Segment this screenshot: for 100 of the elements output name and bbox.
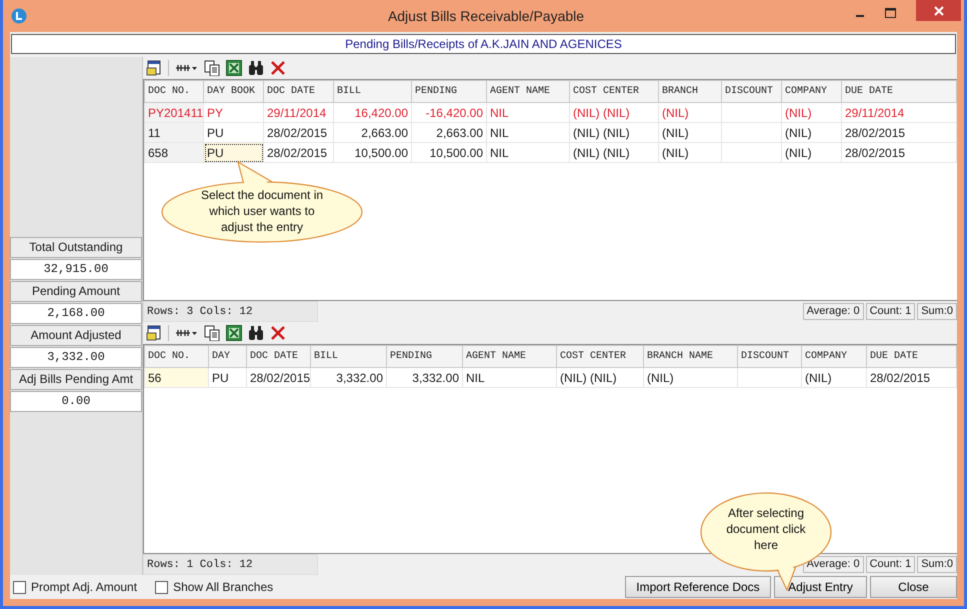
column-header[interactable]: BRANCH [658, 80, 722, 102]
spreadsheet-icon[interactable] [226, 60, 242, 76]
window-title: Adjust Bills Receivable/Payable [386, 8, 586, 24]
binoculars-icon[interactable] [248, 60, 264, 76]
table-cell: 28/02/2015 [842, 142, 956, 162]
column-header[interactable]: PENDING [412, 80, 486, 102]
table-cell: (NIL) (NIL) [570, 142, 658, 162]
column-header[interactable]: BRANCH NAME [644, 346, 738, 368]
header-banner: Pending Bills/Receipts of A.K.JAIN AND AGENICES [11, 34, 956, 54]
table-row[interactable]: 11 PU 28/02/2015 2,663.00 2,663.00 NIL (NIL) (NIL) (NIL) (NIL) 28/02/2015 [144, 122, 956, 142]
table-cell: 28/02/2015 [264, 142, 334, 162]
table-cell: (NIL) [782, 102, 842, 122]
table-cell: PY201411 [144, 102, 204, 122]
checkbox[interactable] [13, 580, 26, 594]
summary-label: Amount Adjusted [10, 325, 142, 346]
binoculars-icon[interactable] [248, 325, 264, 341]
column-header[interactable]: COMPANY [782, 80, 842, 102]
table-cell: 10,500.00 [334, 142, 412, 162]
close-button[interactable] [916, 0, 961, 21]
column-header[interactable]: COST CENTER [570, 80, 658, 102]
table-cell: NIL [486, 102, 570, 122]
table-cell: (NIL) (NIL) [570, 122, 658, 142]
copy-icon[interactable] [204, 60, 220, 76]
column-header[interactable]: DISCOUNT [722, 80, 782, 102]
sum-stat: Sum:0 [917, 556, 957, 573]
maximize-icon[interactable] [885, 8, 896, 18]
delete-icon[interactable] [270, 325, 286, 341]
column-header[interactable]: DOC DATE [264, 80, 334, 102]
table-cell: 11 [144, 122, 204, 142]
table-cell: 3,332.00 [310, 368, 386, 388]
column-header[interactable]: AGENT NAME [486, 80, 570, 102]
action-button[interactable]: Close [870, 576, 957, 598]
table-row[interactable]: 56 PU 28/02/2015 3,332.00 3,332.00 NIL (NIL) (NIL) (NIL) (NIL) 28/02/2015 [144, 368, 956, 388]
copy-icon[interactable] [204, 325, 220, 341]
summary-value: 0.00 [10, 391, 142, 412]
action-button[interactable]: Import Reference Docs [625, 576, 771, 598]
average-stat: Average: 0 [802, 303, 864, 320]
sum-stat: Sum:0 [917, 303, 957, 320]
table-cell: (NIL) [782, 122, 842, 142]
checkbox-label: Prompt Adj. Amount [31, 580, 138, 594]
table-cell: 658 [144, 142, 204, 162]
column-header[interactable]: DOC DATE [246, 346, 310, 368]
count-stat: Count: 1 [866, 556, 916, 573]
table-cell: 10,500.00 [412, 142, 486, 162]
table-cell: 2,663.00 [412, 122, 486, 142]
table-cell: NIL [462, 368, 556, 388]
table-cell: 56 [144, 368, 208, 388]
form-icon[interactable] [146, 325, 162, 341]
summary-label: Adj Bills Pending Amt [10, 369, 142, 390]
table-cell: 29/11/2014 [842, 102, 956, 122]
table-cell: PU [208, 368, 246, 388]
table-cell: 29/11/2014 [264, 102, 334, 122]
table-cell: 16,420.00 [334, 102, 412, 122]
table-cell: 28/02/2015 [246, 368, 310, 388]
summary-value: 3,332.00 [10, 347, 142, 368]
action-button[interactable]: Adjust Entry [774, 576, 867, 598]
column-header[interactable]: COST CENTER [556, 346, 644, 368]
table-cell: NIL [486, 142, 570, 162]
table-cell: (NIL) [658, 102, 722, 122]
column-header[interactable]: DUE DATE [866, 346, 956, 368]
table-cell: (NIL) [658, 122, 722, 142]
delete-icon[interactable] [270, 60, 286, 76]
callout-text: Select the document in which user wants to adjust the entry [200, 187, 324, 235]
table-cell: (NIL) (NIL) [570, 102, 658, 122]
column-header[interactable]: DOC NO. [144, 80, 204, 102]
table-row[interactable]: 658 PU 28/02/2015 10,500.00 10,500.00 NIL (NIL) (NIL) (NIL) (NIL) 28/02/2015 [144, 142, 956, 162]
column-header[interactable]: DOC NO. [144, 346, 208, 368]
table-cell: (NIL) [802, 368, 866, 388]
table-cell: (NIL) (NIL) [556, 368, 644, 388]
summary-label: Pending Amount [10, 281, 142, 302]
table-row[interactable]: PY201411 PY 29/11/2014 16,420.00 -16,420.00 NIL (NIL) (NIL) (NIL) (NIL) 29/11/2014 [144, 102, 956, 122]
table-cell: (NIL) [782, 142, 842, 162]
spreadsheet-icon[interactable] [226, 325, 242, 341]
form-icon[interactable] [146, 60, 162, 76]
close-icon[interactable] [934, 6, 944, 16]
column-header[interactable]: DAY [208, 346, 246, 368]
table-cell: 2,663.00 [334, 122, 412, 142]
table-cell: (NIL) [644, 368, 738, 388]
row-count: Rows: 3 Cols: 12 [143, 301, 318, 322]
table-cell: (NIL) [658, 142, 722, 162]
summary-label: Total Outstanding [10, 237, 142, 258]
column-header[interactable]: COMPANY [802, 346, 866, 368]
table-cell: 3,332.00 [386, 368, 462, 388]
table-cell: PY [204, 102, 264, 122]
callout-text: After selecting document click here [725, 505, 807, 553]
summary-value: 2,168.00 [10, 303, 142, 324]
summary-value: 32,915.00 [10, 259, 142, 280]
app-icon [11, 8, 27, 24]
checkbox[interactable] [155, 580, 168, 594]
checkbox-label: Show All Branches [173, 580, 274, 594]
column-header[interactable]: BILL [310, 346, 386, 368]
column-header[interactable]: PENDING [386, 346, 462, 368]
column-header[interactable]: AGENT NAME [462, 346, 556, 368]
table-cell: -16,420.00 [412, 102, 486, 122]
column-header[interactable]: DAY BOOK [204, 80, 264, 102]
column-header[interactable]: DUE DATE [842, 80, 956, 102]
table-cell: 28/02/2015 [866, 368, 956, 388]
table-cell: 28/02/2015 [842, 122, 956, 142]
column-header[interactable]: BILL [334, 80, 412, 102]
column-header[interactable]: DISCOUNT [738, 346, 802, 368]
